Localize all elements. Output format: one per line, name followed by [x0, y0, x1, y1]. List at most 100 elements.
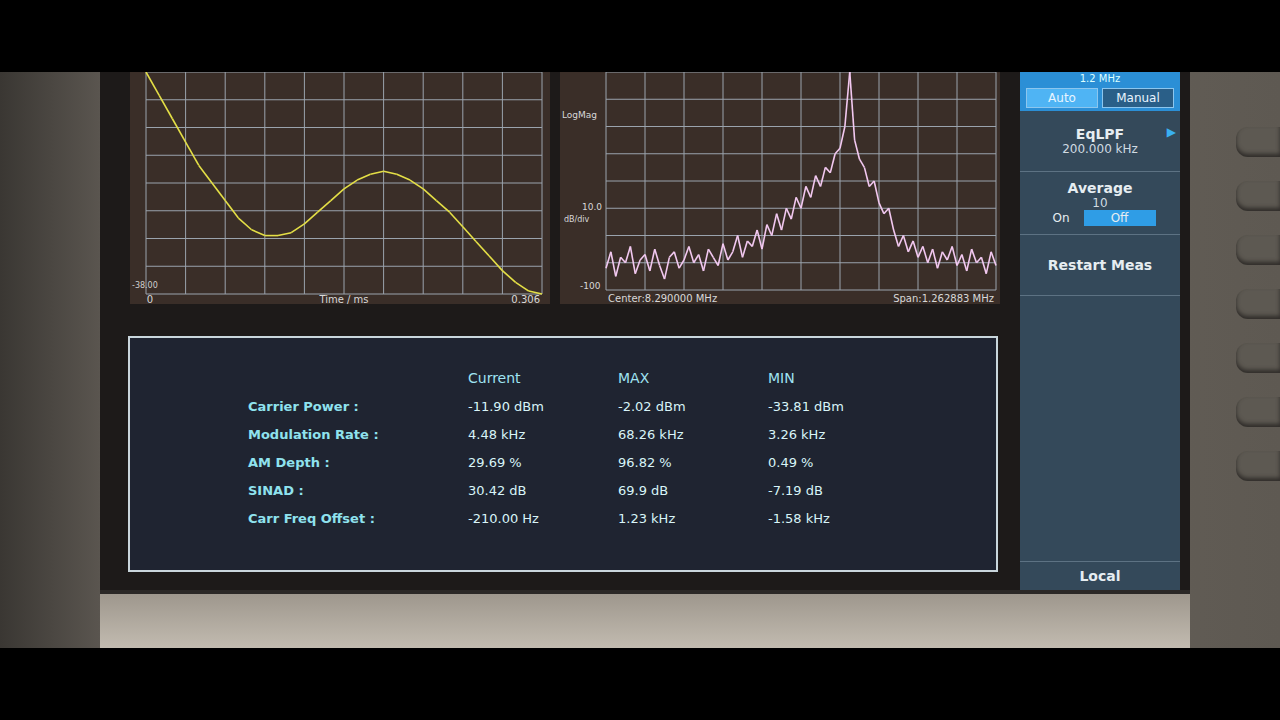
trace-segment [777, 214, 782, 230]
table-cell: -11.90 dBm [468, 399, 618, 414]
table-row: SINAD :30.42 dB69.9 dB-7.19 dB [248, 476, 996, 504]
softkey-title: Average [1068, 180, 1133, 196]
table-row: Carrier Power :-11.90 dBm-2.02 dBm-33.81… [248, 392, 996, 420]
trace-segment [767, 225, 772, 236]
trace-segment [674, 252, 679, 268]
table-cell: 1.23 kHz [618, 511, 768, 526]
trace-segment [972, 249, 977, 263]
trace-segment [616, 257, 621, 276]
trace-segment [516, 282, 529, 291]
span-frequency: Span:1.262883 MHz [893, 293, 994, 304]
scale-label: LogMag [562, 110, 597, 120]
row-label: Modulation Rate : [248, 427, 468, 442]
column-header: Current [468, 370, 618, 386]
trace-segment [801, 186, 806, 208]
trace-segment [708, 249, 713, 257]
trace-segment [967, 249, 972, 271]
table-cell: 69.9 dB [618, 483, 768, 498]
average-softkey[interactable]: Average10OnOff [1020, 172, 1180, 235]
trace-segment [855, 140, 860, 159]
trace-segment [938, 252, 943, 268]
softkey-button[interactable] [1236, 181, 1280, 211]
trace-segment [621, 257, 626, 262]
softkey-value: 200.000 kHz [1062, 142, 1138, 156]
table-cell: 68.26 kHz [618, 427, 768, 442]
trace [606, 72, 996, 279]
table-cell: 96.82 % [618, 455, 768, 470]
softkey-button[interactable] [1236, 343, 1280, 373]
y-tick: -38.00 [132, 281, 158, 290]
softkey-button[interactable] [1236, 127, 1280, 157]
grid-line [606, 72, 996, 73]
trace-segment [947, 246, 952, 260]
toggle-option[interactable]: Off [1084, 210, 1156, 226]
x-axis-label: Time / ms [318, 294, 368, 304]
eqlpf-softkey[interactable]: EqLPF200.000 kHz▶ [1020, 111, 1180, 172]
trace-segment [463, 227, 476, 242]
grid-line [146, 155, 542, 156]
trace-segment [962, 255, 967, 271]
trace-segment [894, 230, 899, 246]
bottom-band [0, 648, 1280, 720]
softkey-title: EqLPF [1076, 126, 1124, 142]
trace-segment [397, 174, 410, 180]
trace-segment [718, 244, 723, 266]
grid-line [606, 181, 996, 182]
grid-line [146, 183, 542, 184]
center-frequency: Center:8.290000 MHz [608, 293, 717, 304]
trace-segment [489, 256, 502, 271]
trace-segment [304, 212, 317, 224]
trace-segment [752, 230, 757, 246]
trace-segment [225, 201, 238, 219]
trace-segment [747, 241, 752, 246]
trace-segment [450, 212, 463, 227]
grid-line [606, 262, 996, 263]
trace-segment [723, 244, 728, 260]
mode-option[interactable]: Manual [1102, 88, 1174, 108]
trace-segment [821, 167, 826, 186]
chart-row: -38.000Time / ms0.306LogMag10.0dB/div-10… [130, 72, 1020, 304]
average-toggle[interactable]: On Off [1026, 210, 1174, 226]
trace-segment [318, 201, 331, 213]
trace-segment [704, 249, 709, 271]
mode-option[interactable]: Auto [1026, 88, 1098, 108]
trace-segment [942, 252, 947, 260]
trace-segment [879, 203, 884, 214]
trace-segment [410, 180, 423, 189]
softkey-button[interactable] [1236, 397, 1280, 427]
softkey-menu: 1.2 MHzAutoManualEqLPF200.000 kHz▶Averag… [1020, 72, 1180, 590]
trace-segment [738, 236, 743, 258]
table-cell: 30.42 dB [468, 483, 618, 498]
trace-segment [908, 241, 913, 252]
trace-segment [669, 252, 674, 257]
trace-segment [782, 208, 787, 230]
trace-segment [728, 252, 733, 260]
grid-line [606, 126, 996, 127]
row-label: AM Depth : [248, 455, 468, 470]
bezel-left [0, 72, 100, 648]
local-softkey[interactable]: Local [1020, 562, 1180, 590]
trace-segment [840, 127, 845, 149]
table-cell: 4.48 kHz [468, 427, 618, 442]
toggle-option[interactable]: On [1044, 210, 1077, 226]
trace-segment [786, 208, 791, 219]
trace-segment [918, 246, 923, 257]
trace-segment [238, 218, 251, 230]
restart-softkey[interactable]: Restart Meas [1020, 235, 1180, 296]
trace-segment [278, 233, 291, 236]
softkey-button[interactable] [1236, 235, 1280, 265]
softkey-button[interactable] [1236, 289, 1280, 319]
trace-segment [825, 167, 830, 172]
grid-line [146, 266, 542, 267]
trace-segment [796, 197, 801, 208]
trace-segment [986, 252, 991, 274]
table-cell: 3.26 kHz [768, 427, 918, 442]
trace-segment [689, 246, 694, 262]
trace-segment [816, 176, 821, 187]
spectrum-chart: LogMag10.0dB/div-100Center:8.290000 MHzS… [560, 72, 1000, 304]
softkey-button[interactable] [1236, 451, 1280, 481]
trace-segment [860, 159, 865, 167]
trace-segment [743, 241, 748, 257]
trace-segment [991, 252, 996, 266]
trace-segment [791, 197, 796, 219]
